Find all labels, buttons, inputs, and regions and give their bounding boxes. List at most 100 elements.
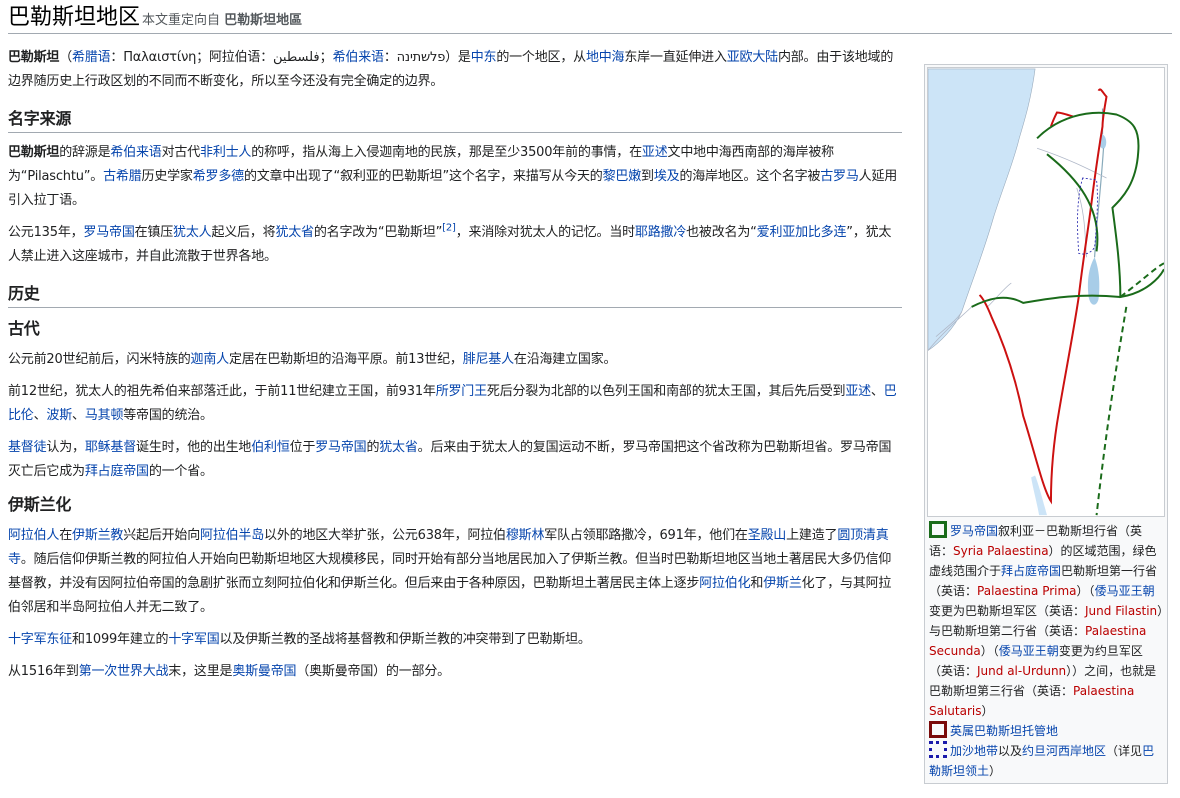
article-link[interactable]: 圣殿山	[748, 528, 787, 543]
article-link[interactable]: 腓尼基人	[463, 352, 514, 367]
sections-container: 名字来源 巴勒斯坦的辞源是希伯来语对古代非利士人的称呼，指从海上入侵迦南地的民族，…	[8, 106, 902, 684]
article-link[interactable]: 拜占庭帝国	[85, 464, 149, 479]
article-link[interactable]: 倭马亚王朝	[999, 644, 1059, 658]
missing-article-link[interactable]: Jund al-Urdunn	[977, 664, 1066, 678]
article-link[interactable]: 奥斯曼帝国	[232, 664, 296, 679]
text: 的海岸地区。这个名字被	[679, 169, 821, 184]
legend-swatch-green	[929, 521, 947, 538]
bold-term: 巴勒斯坦	[8, 50, 60, 65]
citation: [2]	[442, 223, 456, 234]
text: 定居在巴勒斯坦的沿海平原。前13世纪，	[228, 352, 463, 367]
article-link[interactable]: 希腊语	[72, 50, 111, 65]
legend-item-roman: 罗马帝国叙利亚－巴勒斯坦行省（英语：Syria Palaestina）的区域范围…	[929, 521, 1165, 721]
article-link[interactable]: 地中海	[586, 50, 625, 65]
article-body: 巴勒斯坦（希腊语：Παλαιστίνη；阿拉伯语：فلسطين；希伯来语：פלש…	[8, 46, 902, 692]
article-link[interactable]: 拜占庭帝国	[1001, 564, 1061, 578]
article-link[interactable]: 阿拉伯人	[8, 528, 59, 543]
text: 兴起后开始向	[123, 528, 201, 543]
section-heading: 名字来源	[8, 106, 902, 133]
article-link[interactable]: 波斯	[46, 408, 72, 423]
article-link[interactable]: 倭马亚王朝	[1095, 584, 1155, 598]
missing-article-link[interactable]: Jund Filastin	[1085, 604, 1157, 618]
text: 起义后，将	[211, 225, 276, 240]
article-link[interactable]: 阿拉伯化	[699, 576, 750, 591]
section-heading: 古代	[8, 319, 40, 338]
legend-item-territories: 加沙地带以及约旦河西岸地区（详见巴勒斯坦领土）	[929, 741, 1165, 781]
text: ）	[981, 704, 994, 718]
text: 的名字改为“巴勒斯坦”	[313, 225, 443, 240]
article-link[interactable]: 伊斯兰	[763, 576, 802, 591]
text: 变更为巴勒斯坦军区（英语：	[929, 604, 1086, 618]
article-link[interactable]: 迦南人	[191, 352, 230, 367]
text: 在沿海建立国家。	[513, 352, 617, 367]
text: 东岸一直延伸进入	[624, 50, 727, 65]
text: 也被改名为“	[686, 225, 757, 240]
article-link[interactable]: 黎巴嫩	[603, 169, 642, 184]
article-link[interactable]: 希伯来语	[110, 145, 161, 160]
text: 认为，	[46, 440, 85, 455]
article-link[interactable]: 非利士人	[200, 145, 251, 160]
article-link[interactable]: 罗马帝国	[315, 440, 366, 455]
article-link[interactable]: 犹太省	[275, 225, 314, 240]
legend-swatch-red	[929, 721, 947, 738]
article-link[interactable]: 伯利恒	[251, 440, 290, 455]
article-link[interactable]: 罗马帝国	[83, 225, 134, 240]
text: 的一个省。	[148, 464, 213, 479]
page-title-text: 巴勒斯坦地区	[8, 5, 141, 30]
paragraph: 公元前20世纪前后，闪米特族的迦南人定居在巴勒斯坦的沿海平原。前13世纪，腓尼基…	[8, 348, 902, 372]
legend-item-mandate: 英属巴勒斯坦托管地	[929, 721, 1165, 741]
article-link[interactable]: 阿拉伯半岛	[200, 528, 264, 543]
palestine-map[interactable]	[927, 67, 1165, 517]
article-link[interactable]: 犹太人	[173, 225, 212, 240]
article-link[interactable]: 基督徒	[8, 440, 47, 455]
missing-article-link[interactable]: Palaestina Prima	[977, 584, 1077, 598]
text: ：פלשתינה）是	[383, 50, 471, 65]
article-link[interactable]: 爱利亚加比多连	[757, 225, 847, 240]
article-link[interactable]: 耶路撒冷	[635, 225, 686, 240]
article-link[interactable]: 亚述	[845, 384, 871, 399]
text: 历史学家	[141, 169, 193, 184]
article-link[interactable]: 希罗多德	[193, 169, 244, 184]
text: （	[59, 50, 73, 65]
text: 和1099年建立的	[72, 632, 169, 647]
text: ）（	[1076, 584, 1095, 598]
article-link[interactable]: 埃及	[654, 169, 680, 184]
section-heading: 伊斯兰化	[8, 495, 72, 514]
paragraph: 十字军东征和1099年建立的十字军国以及伊斯兰教的圣战将基督教和伊斯兰教的冲突带…	[8, 628, 902, 652]
text: （详见	[1106, 744, 1143, 758]
article-link[interactable]: 马其顿	[85, 408, 124, 423]
article-link[interactable]: 中东	[471, 50, 497, 65]
text: 前12世纪，犹太人的祖先希伯来部落迁此，于前11世纪建立王国，前931年	[8, 384, 436, 399]
article-link[interactable]: 耶稣基督	[85, 440, 136, 455]
article-link[interactable]: 所罗门王	[436, 384, 487, 399]
article-link[interactable]: 穆斯林	[506, 528, 545, 543]
article-link[interactable]: 古罗马	[820, 169, 859, 184]
redirect-target: 巴勒斯坦地區	[224, 13, 303, 28]
intro-paragraph: 巴勒斯坦（希腊语：Παλαιστίνη；阿拉伯语：فلسطين；希伯来语：פלש…	[8, 46, 902, 94]
text: 位于	[289, 440, 316, 455]
article-link[interactable]: 犹太省	[379, 440, 418, 455]
article-link[interactable]: 加沙地带	[950, 744, 998, 758]
text: 公元135年，	[8, 225, 84, 240]
article-link[interactable]: 十字军东征	[8, 632, 72, 647]
article-link[interactable]: 第一次世界大战	[79, 664, 169, 679]
missing-article-link[interactable]: Syria Palaestina	[953, 544, 1049, 558]
text: 以及	[998, 744, 1023, 758]
paragraph: 前12世纪，犹太人的祖先希伯来部落迁此，于前11世纪建立王国，前931年所罗门王…	[8, 380, 902, 428]
article-link[interactable]: 约旦河西岸地区	[1022, 744, 1106, 758]
article-link[interactable]: 十字军国	[168, 632, 219, 647]
article-link[interactable]: 伊斯兰教	[72, 528, 123, 543]
article-link[interactable]: 亚述	[642, 145, 668, 160]
text: 在	[59, 528, 73, 543]
paragraph: 阿拉伯人在伊斯兰教兴起后开始向阿拉伯半岛以外的地区大举扩张，公元638年，阿拉伯…	[8, 524, 902, 620]
article-link[interactable]: 亚欧大陆	[727, 50, 778, 65]
redirect-notice: 本文重定向自 巴勒斯坦地區	[142, 13, 302, 28]
article-link[interactable]: 英属巴勒斯坦托管地	[950, 724, 1058, 738]
article-link[interactable]: 希伯来语	[333, 50, 384, 65]
article-link[interactable]: 罗马帝国	[950, 524, 998, 538]
text: 公元前20世纪前后，闪米特族的	[8, 352, 191, 367]
citation-link[interactable]: [2]	[442, 223, 456, 234]
text: 对古代	[161, 145, 201, 160]
text: 的文章中出现了“叙利亚的巴勒斯坦”这个名字，来描写从今天的	[243, 169, 603, 184]
article-link[interactable]: 古希腊	[103, 169, 142, 184]
